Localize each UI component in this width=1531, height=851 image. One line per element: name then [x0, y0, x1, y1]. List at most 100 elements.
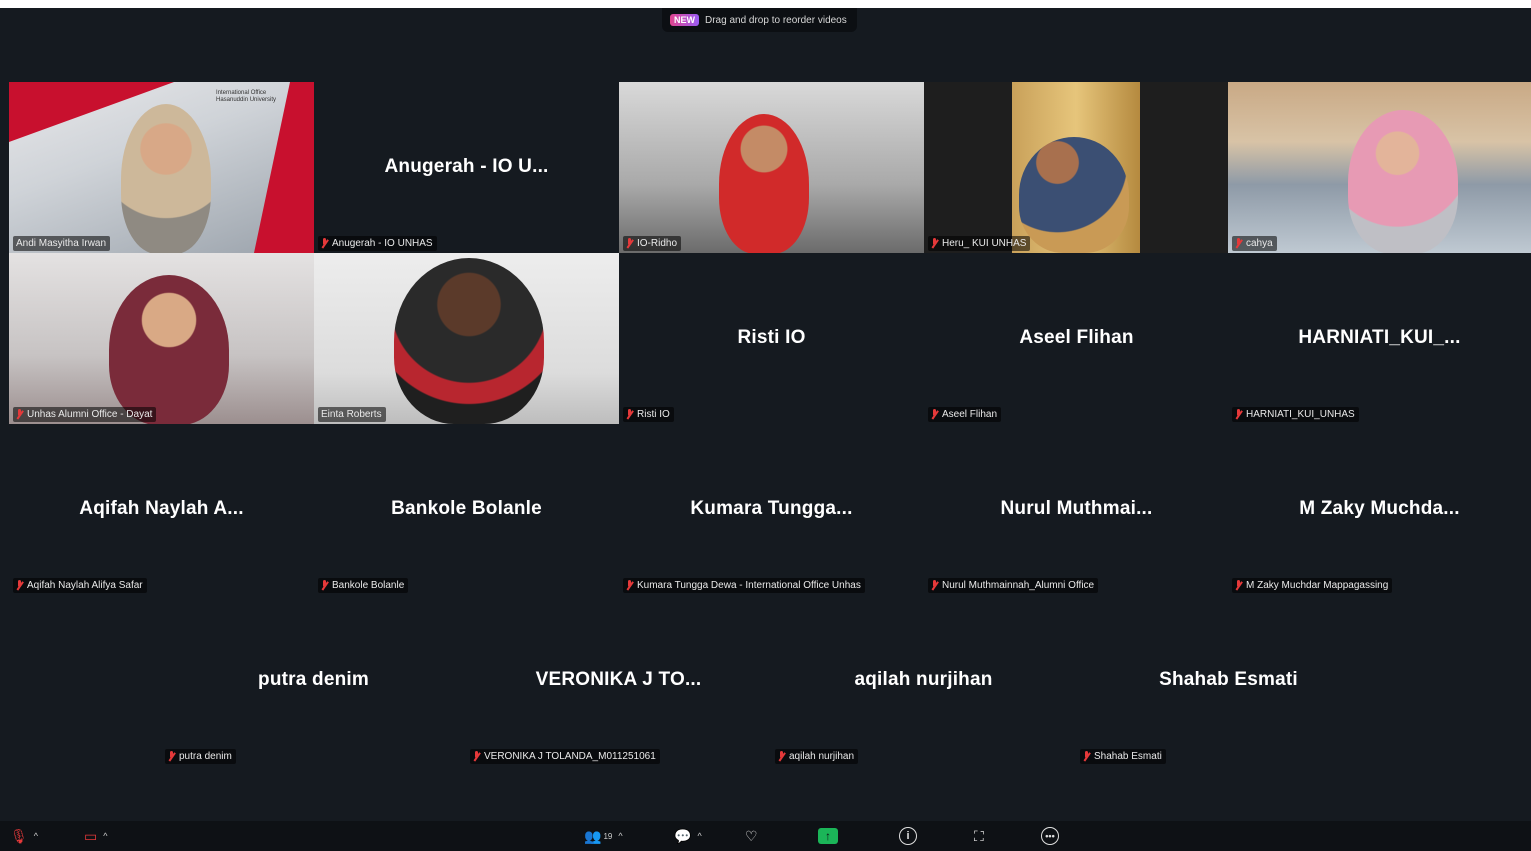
- more-icon: •••: [1041, 827, 1059, 845]
- camera-feed: [924, 82, 1229, 253]
- participant-name-label: aqilah nurjihan: [775, 749, 859, 764]
- mic-muted-icon: [321, 238, 328, 249]
- participant-display-name: Bankole Bolanle: [391, 497, 542, 519]
- more-button[interactable]: •••: [1041, 827, 1059, 845]
- mic-muted-icon: 🎙: [10, 827, 28, 844]
- participant-display-name: Anugerah - IO U...: [384, 155, 549, 177]
- apps-icon: ⛶: [974, 827, 984, 844]
- meeting-window: NEW Drag and drop to reorder videos Inte…: [0, 8, 1531, 851]
- video-tile[interactable]: cahya: [1228, 82, 1531, 253]
- info-button[interactable]: i: [899, 827, 917, 845]
- camera-off-icon: ▭: [84, 827, 98, 844]
- camera-feed: [619, 82, 924, 253]
- participant-display-name: M Zaky Muchda...: [1299, 497, 1460, 519]
- participant-display-name: aqilah nurjihan: [854, 668, 993, 690]
- reactions-button[interactable]: ♡: [745, 827, 758, 845]
- mic-muted-icon: [626, 238, 633, 249]
- participant-display-name: Risti IO: [737, 326, 806, 348]
- mic-muted-icon: [931, 409, 938, 420]
- participant-name-label: Heru_ KUI UNHAS: [928, 236, 1031, 251]
- participant-name-label: Kumara Tungga Dewa - International Offic…: [623, 578, 865, 593]
- participants-icon: 👥: [584, 827, 602, 844]
- participant-name-label: cahya: [1232, 236, 1277, 251]
- chevron-up-icon[interactable]: ^: [618, 831, 622, 841]
- participant-name-label: VERONIKA J TOLANDA_M011251061: [470, 749, 660, 764]
- camera-feed: [9, 253, 314, 424]
- participants-button[interactable]: 👥 19 ^: [584, 827, 623, 845]
- video-tile[interactable]: Anugerah - IO U... Anugerah - IO UNHAS: [314, 82, 619, 253]
- participant-name-label: Unhas Alumni Office - Dayat: [13, 407, 157, 422]
- participant-name-label: Andi Masyitha Irwan: [13, 236, 111, 251]
- info-icon: i: [899, 827, 917, 845]
- participant-name-label: M Zaky Muchdar Mappagassing: [1232, 578, 1393, 593]
- video-tile[interactable]: Aseel Flihan Aseel Flihan: [924, 253, 1229, 424]
- mic-muted-icon: [931, 238, 938, 249]
- stop-video-button[interactable]: ▭ ^: [84, 827, 107, 845]
- video-tile[interactable]: Aqifah Naylah A... Aqifah Naylah Alifya …: [9, 424, 314, 595]
- video-tile[interactable]: Bankole Bolanle Bankole Bolanle: [314, 424, 619, 595]
- participant-display-name: HARNIATI_KUI_...: [1298, 326, 1461, 348]
- university-logo: International Office Hasanuddin Universi…: [216, 90, 277, 103]
- video-tile[interactable]: IO-Ridho: [619, 82, 924, 253]
- video-tile[interactable]: Unhas Alumni Office - Dayat: [9, 253, 314, 424]
- video-tile[interactable]: aqilah nurjihan aqilah nurjihan: [771, 595, 1076, 766]
- chevron-up-icon[interactable]: ^: [103, 831, 107, 841]
- video-tile[interactable]: Kumara Tungga... Kumara Tungga Dewa - In…: [619, 424, 924, 595]
- chat-button[interactable]: 💬 ^: [674, 827, 702, 845]
- chevron-up-icon[interactable]: ^: [34, 831, 38, 841]
- reorder-notice: NEW Drag and drop to reorder videos: [662, 8, 857, 32]
- video-tile[interactable]: Risti IO Risti IO: [619, 253, 924, 424]
- mic-muted-icon: [931, 580, 938, 591]
- participant-name-label: Anugerah - IO UNHAS: [318, 236, 437, 251]
- chat-icon: 💬: [674, 827, 692, 844]
- camera-feed: International Office Hasanuddin Universi…: [9, 82, 314, 253]
- chevron-up-icon[interactable]: ^: [697, 831, 701, 841]
- video-tile[interactable]: M Zaky Muchda... M Zaky Muchdar Mappagas…: [1228, 424, 1531, 595]
- participant-display-name: Shahab Esmati: [1159, 668, 1298, 690]
- participant-display-name: Aseel Flihan: [1019, 326, 1134, 348]
- video-tile[interactable]: Einta Roberts: [314, 253, 619, 424]
- mic-muted-icon: [1235, 238, 1242, 249]
- participant-name-label: HARNIATI_KUI_UNHAS: [1232, 407, 1359, 422]
- mic-muted-icon: [778, 751, 785, 762]
- video-tile[interactable]: Nurul Muthmai... Nurul Muthmainnah_Alumn…: [924, 424, 1229, 595]
- participant-name-label: Bankole Bolanle: [318, 578, 409, 593]
- mic-muted-icon: [1083, 751, 1090, 762]
- apps-button[interactable]: ⛶: [974, 827, 984, 845]
- participant-name-label: Nurul Muthmainnah_Alumni Office: [928, 578, 1099, 593]
- window-top-edge: [0, 0, 1531, 8]
- participant-display-name: Kumara Tungga...: [690, 497, 853, 519]
- participant-name-label: Aseel Flihan: [928, 407, 1002, 422]
- camera-feed: [314, 253, 619, 424]
- video-tile[interactable]: Shahab Esmati Shahab Esmati: [1076, 595, 1381, 766]
- mic-muted-icon: [1235, 409, 1242, 420]
- participant-name-label: Einta Roberts: [318, 407, 386, 422]
- mic-muted-icon: [626, 409, 633, 420]
- participant-name-label: putra denim: [165, 749, 236, 764]
- video-tile[interactable]: Heru_ KUI UNHAS: [924, 82, 1229, 253]
- notice-text: Drag and drop to reorder videos: [705, 14, 847, 26]
- mic-muted-icon: [1235, 580, 1242, 591]
- participant-name-label: Risti IO: [623, 407, 674, 422]
- participant-display-name: Aqifah Naylah A...: [79, 497, 244, 519]
- participant-display-name: VERONIKA J TO...: [535, 668, 702, 690]
- mute-button[interactable]: 🎙 ^: [10, 827, 38, 845]
- mic-muted-icon: [16, 409, 23, 420]
- video-tile[interactable]: VERONIKA J TO... VERONIKA J TOLANDA_M011…: [466, 595, 771, 766]
- mic-muted-icon: [473, 751, 480, 762]
- participant-name-label: Shahab Esmati: [1080, 749, 1166, 764]
- mic-muted-icon: [321, 580, 328, 591]
- mic-muted-icon: [168, 751, 175, 762]
- video-tile[interactable]: HARNIATI_KUI_... HARNIATI_KUI_UNHAS: [1228, 253, 1531, 424]
- participants-count: 19: [603, 831, 613, 841]
- video-tile[interactable]: International Office Hasanuddin Universi…: [9, 82, 314, 253]
- video-tile[interactable]: putra denim putra denim: [161, 595, 466, 766]
- share-screen-icon: ↑: [818, 828, 838, 844]
- participant-name-label: IO-Ridho: [623, 236, 682, 251]
- participant-name-label: Aqifah Naylah Alifya Safar: [13, 578, 147, 593]
- share-screen-button[interactable]: ↑: [818, 827, 838, 845]
- mic-muted-icon: [626, 580, 633, 591]
- participant-display-name: Nurul Muthmai...: [1000, 497, 1153, 519]
- camera-feed: [1228, 82, 1531, 253]
- meeting-toolbar: 🎙 ^ ▭ ^ 👥 19 ^ 💬 ^ ♡ ↑ i ⛶ •••: [0, 821, 1531, 851]
